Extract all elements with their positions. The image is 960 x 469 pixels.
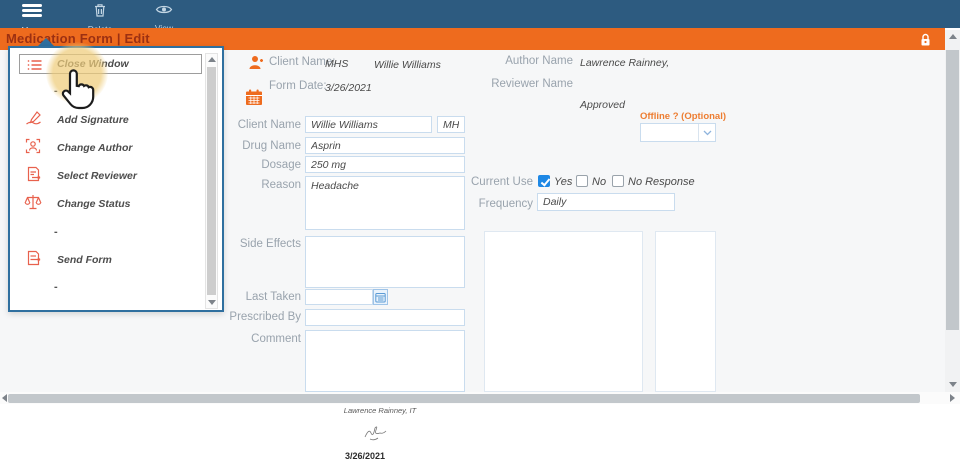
current-use-no-label: No — [592, 176, 606, 188]
header-form-date: 3/26/2021 — [325, 82, 372, 94]
current-use-label: Current Use — [440, 176, 533, 188]
vertical-scrollbar-thumb[interactable] — [946, 50, 959, 330]
scroll-left-arrow-icon[interactable] — [2, 394, 7, 402]
menu-popup: Close Window - Add Signature Change Auth… — [8, 46, 224, 312]
right-panel-box-small — [655, 231, 716, 392]
vertical-scrollbar[interactable] — [945, 30, 960, 392]
signature-icon — [25, 110, 42, 131]
offline-optional-label: Offline ? (Optional) — [640, 111, 726, 122]
menu-item-add-signature-label: Add Signature — [57, 114, 129, 126]
header-status-approved: Approved — [580, 99, 625, 111]
trash-icon — [92, 5, 108, 22]
frequency-input[interactable] — [537, 193, 675, 211]
chevron-down-icon — [698, 124, 715, 141]
offline-select[interactable] — [640, 123, 716, 142]
drug-name-input[interactable] — [305, 137, 465, 154]
side-effects-textarea[interactable] — [305, 236, 465, 288]
horizontal-scrollbar[interactable] — [0, 392, 960, 404]
menu-item-change-status-label: Change Status — [57, 198, 131, 210]
current-use-no-response-label: No Response — [628, 176, 695, 188]
medication-form-window: Menu Delete View Medication Fo — [0, 0, 960, 469]
menu-scroll-down-icon[interactable] — [208, 300, 216, 305]
prescribed-by-input[interactable] — [305, 309, 465, 326]
top-toolbar: Menu Delete View — [0, 0, 960, 28]
menu-item-close-window-label: Close Window — [57, 58, 129, 70]
send-form-icon — [26, 250, 42, 271]
current-use-no-checkbox[interactable] — [576, 175, 588, 187]
list-icon — [27, 58, 42, 76]
menu-item-change-author-label: Change Author — [57, 142, 132, 154]
last-taken-calendar-button[interactable] — [373, 289, 388, 305]
prescribed-by-label: Prescribed By — [210, 311, 301, 323]
signature-date: 3/26/2021 — [345, 451, 385, 461]
current-use-no-response-checkbox[interactable] — [612, 175, 624, 187]
frequency-label: Frequency — [440, 198, 533, 210]
header-client-code: MHS — [325, 58, 348, 70]
header-reviewer-name-label: Reviewer Name — [470, 78, 573, 90]
scroll-down-arrow-icon[interactable] — [949, 382, 957, 387]
dosage-input[interactable] — [305, 156, 465, 173]
right-panel-box-large — [484, 231, 643, 392]
scroll-up-arrow-icon[interactable] — [949, 34, 957, 39]
reviewer-icon — [26, 166, 42, 187]
client-code-input[interactable] — [437, 116, 465, 133]
header-form-date-label: Form Date: — [269, 80, 327, 92]
header-author-name: Lawrence Rainney, — [580, 57, 669, 69]
comment-textarea[interactable] — [305, 330, 465, 392]
hamburger-icon — [22, 2, 42, 19]
eye-icon — [155, 4, 173, 21]
signature-name: Lawrence Rainney, IT — [300, 406, 460, 415]
scroll-right-arrow-icon[interactable] — [950, 394, 955, 402]
menu-item-send-form-label: Send Form — [57, 254, 112, 266]
menu-item-select-reviewer-label: Select Reviewer — [57, 170, 137, 182]
header-client-name: Willie Williams — [374, 59, 441, 71]
calendar-icon — [245, 89, 263, 111]
client-name-input[interactable] — [305, 116, 432, 133]
menu-scrollbar-thumb[interactable] — [207, 67, 216, 295]
signature-scribble — [362, 423, 392, 450]
header-author-name-label: Author Name — [470, 55, 573, 67]
last-taken-input[interactable] — [305, 289, 373, 305]
client-person-icon — [247, 54, 265, 77]
current-use-yes-checkbox[interactable] — [538, 175, 550, 187]
comment-label: Comment — [210, 333, 301, 345]
current-use-yes-label: Yes — [554, 176, 572, 188]
menu-separator: - — [54, 85, 58, 97]
horizontal-scrollbar-thumb[interactable] — [8, 394, 920, 403]
author-icon — [25, 138, 41, 159]
menu-scrollbar[interactable] — [205, 53, 218, 309]
menu-scroll-up-icon[interactable] — [208, 57, 216, 62]
menu-separator: - — [54, 281, 58, 293]
status-scales-icon — [24, 193, 42, 216]
menu-separator: - — [54, 226, 58, 238]
